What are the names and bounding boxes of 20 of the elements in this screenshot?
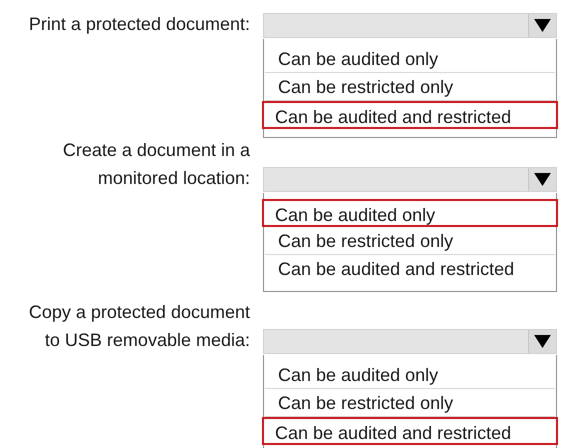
caret-icon — [534, 335, 551, 348]
dropdown[interactable] — [263, 13, 557, 38]
dropdown[interactable] — [263, 329, 557, 354]
dropdown-option[interactable]: Can be audited and restricted — [262, 417, 558, 445]
dropdown-option[interactable]: Can be restricted only — [265, 227, 555, 255]
question-label: to USB removable media: — [44, 329, 250, 352]
caret-icon — [534, 19, 551, 32]
dropdown-option[interactable]: Can be audited only — [265, 361, 555, 389]
dropdown-option[interactable]: Can be restricted only — [265, 73, 555, 101]
question-label: monitored location: — [98, 167, 250, 190]
dropdown-option[interactable]: Can be audited and restricted — [265, 255, 555, 283]
dropdown-option[interactable]: Can be audited only — [265, 45, 555, 73]
dropdown-option[interactable]: Can be audited and restricted — [262, 101, 558, 129]
dropdown-option[interactable]: Can be restricted only — [265, 389, 555, 417]
caret-icon — [534, 173, 551, 186]
dropdown[interactable] — [263, 167, 557, 192]
dropdown-option[interactable]: Can be audited only — [262, 199, 558, 227]
question-label: Create a document in a — [62, 139, 250, 162]
question-label: Print a protected document: — [28, 13, 250, 36]
question-label: Copy a protected document — [28, 301, 250, 324]
